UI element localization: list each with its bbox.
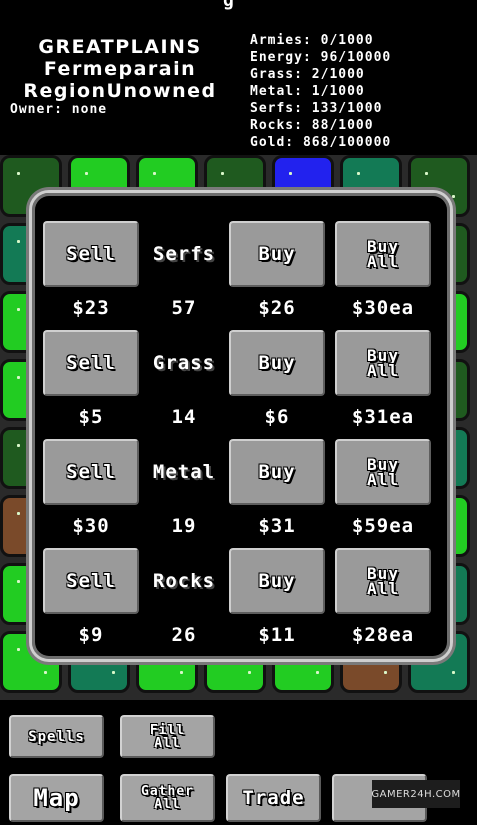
- region-owner: Owner: none: [10, 102, 108, 117]
- sell-price-serfs: $23: [72, 297, 110, 319]
- quantity-grass: 14: [171, 406, 197, 428]
- region-info: GREATPLAINS Fermeparain RegionUnowned: [0, 36, 240, 102]
- resource-name-serfs: Serfs: [152, 243, 216, 265]
- sell-rocks-button[interactable]: Sell: [43, 548, 139, 614]
- buy-price-grass: $6: [264, 406, 290, 428]
- stat-gold: Gold: 868/100000: [250, 135, 392, 150]
- buy-price-serfs: $26: [258, 297, 296, 319]
- buy-all-price-rocks: $28ea: [351, 624, 415, 646]
- stat-armies: Armies: 0/1000: [250, 33, 374, 48]
- buy-rocks-button[interactable]: Buy: [229, 548, 325, 614]
- quantity-serfs: 57: [171, 297, 197, 319]
- title-fragment: g: [223, 0, 234, 11]
- sell-price-rocks: $9: [78, 624, 104, 646]
- watermark: GAMER24H.COM: [371, 780, 460, 808]
- map-button[interactable]: Map: [9, 774, 104, 822]
- buy-all-grass-button[interactable]: Buy All: [335, 330, 431, 396]
- buy-price-metal: $31: [258, 515, 296, 537]
- buy-serfs-button[interactable]: Buy: [229, 221, 325, 287]
- stat-energy: Energy: 96/10000: [250, 50, 392, 65]
- region-name: GREATPLAINS: [38, 36, 202, 58]
- stat-serfs: Serfs: 133/1000: [250, 101, 383, 116]
- buy-all-price-serfs: $30ea: [351, 297, 415, 319]
- region-status: RegionUnowned: [23, 80, 217, 102]
- sell-grass-button[interactable]: Sell: [43, 330, 139, 396]
- buy-all-price-metal: $59ea: [351, 515, 415, 537]
- sell-price-grass: $5: [78, 406, 104, 428]
- buy-all-price-grass: $31ea: [351, 406, 415, 428]
- resource-stats: Armies: 0/1000 Energy: 96/10000 Grass: 2…: [250, 32, 391, 151]
- resource-name-rocks: Rocks: [152, 570, 216, 592]
- sell-serfs-button[interactable]: Sell: [43, 221, 139, 287]
- trade-button[interactable]: Trade: [226, 774, 321, 822]
- stat-grass: Grass: 2/1000: [250, 67, 365, 82]
- sell-price-metal: $30: [72, 515, 110, 537]
- sell-metal-button[interactable]: Sell: [43, 439, 139, 505]
- trade-panel: Sell Serfs Buy Buy All $23 57 $26 $30ea S…: [29, 190, 453, 662]
- buy-metal-button[interactable]: Buy: [229, 439, 325, 505]
- quantity-metal: 19: [171, 515, 197, 537]
- buy-all-metal-button[interactable]: Buy All: [335, 439, 431, 505]
- quantity-rocks: 26: [171, 624, 197, 646]
- buy-all-serfs-button[interactable]: Buy All: [335, 221, 431, 287]
- buy-grass-button[interactable]: Buy: [229, 330, 325, 396]
- resource-name-grass: Grass: [152, 352, 216, 374]
- stat-metal: Metal: 1/1000: [250, 84, 365, 99]
- buy-all-rocks-button[interactable]: Buy All: [335, 548, 431, 614]
- buy-price-rocks: $11: [258, 624, 296, 646]
- gather-all-button[interactable]: Gather All: [120, 774, 215, 822]
- region-subname: Fermeparain: [43, 58, 197, 80]
- resource-name-metal: Metal: [152, 461, 216, 483]
- stat-rocks: Rocks: 88/1000: [250, 118, 374, 133]
- fill-all-button[interactable]: Fill All: [120, 715, 215, 758]
- spells-button[interactable]: Spells: [9, 715, 104, 758]
